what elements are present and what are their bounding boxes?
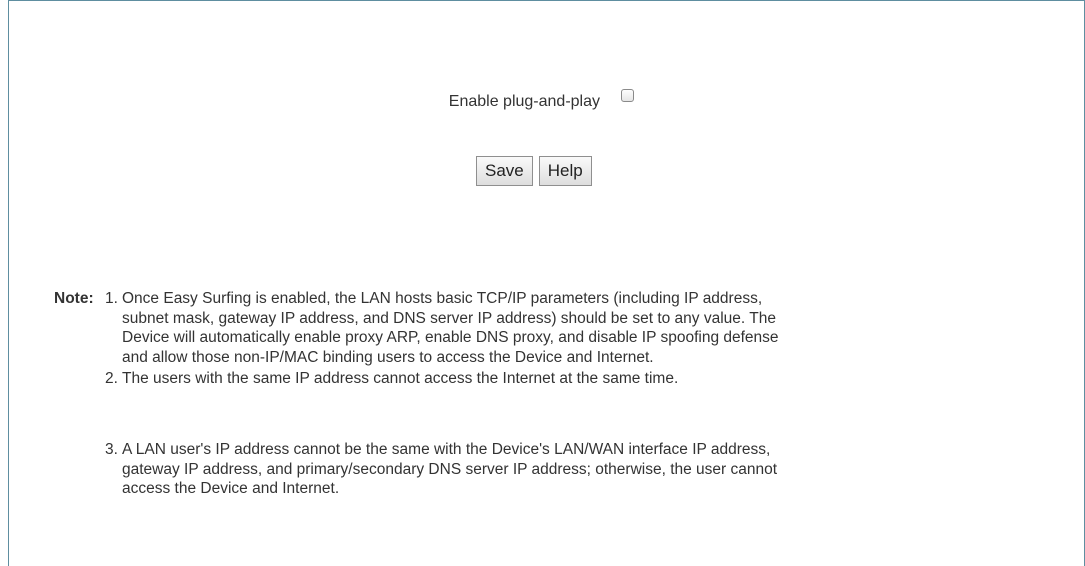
note-item-3: 3. A LAN user's IP address cannot be the… [105,440,778,499]
enable-plug-and-play-checkbox[interactable] [621,89,634,102]
note-line: Device will automatically enable proxy A… [122,329,779,346]
note-line: The users with the same IP address canno… [122,370,679,387]
note-line: A LAN user's IP address cannot be the sa… [122,441,771,458]
save-button[interactable]: Save [476,156,533,186]
action-buttons: Save Help [476,156,592,186]
note-line: access the Device and Internet. [122,480,340,497]
note-label: Note: [54,290,94,307]
enable-plug-and-play-row: Enable plug-and-play [9,86,1085,116]
content-frame: Enable plug-and-play Save Help Note: 1. … [8,0,1085,566]
note-item-1: 1. Once Easy Surfing is enabled, the LAN… [105,289,779,367]
note-item-number: 3. [105,441,118,458]
note-line: gateway IP address, and primary/secondar… [122,460,778,478]
note-item-2: 2. The users with the same IP address ca… [105,369,679,389]
note-item-number: 2. [105,370,118,387]
help-button[interactable]: Help [538,156,592,186]
note-line: subnet mask, gateway IP address, and DNS… [122,309,776,327]
note-item-number: 1. [105,290,118,307]
note-line: and allow those non-IP/MAC binding users… [122,348,654,366]
enable-plug-and-play-label: Enable plug-and-play [448,93,600,110]
note-line: Once Easy Surfing is enabled, the LAN ho… [122,290,763,307]
